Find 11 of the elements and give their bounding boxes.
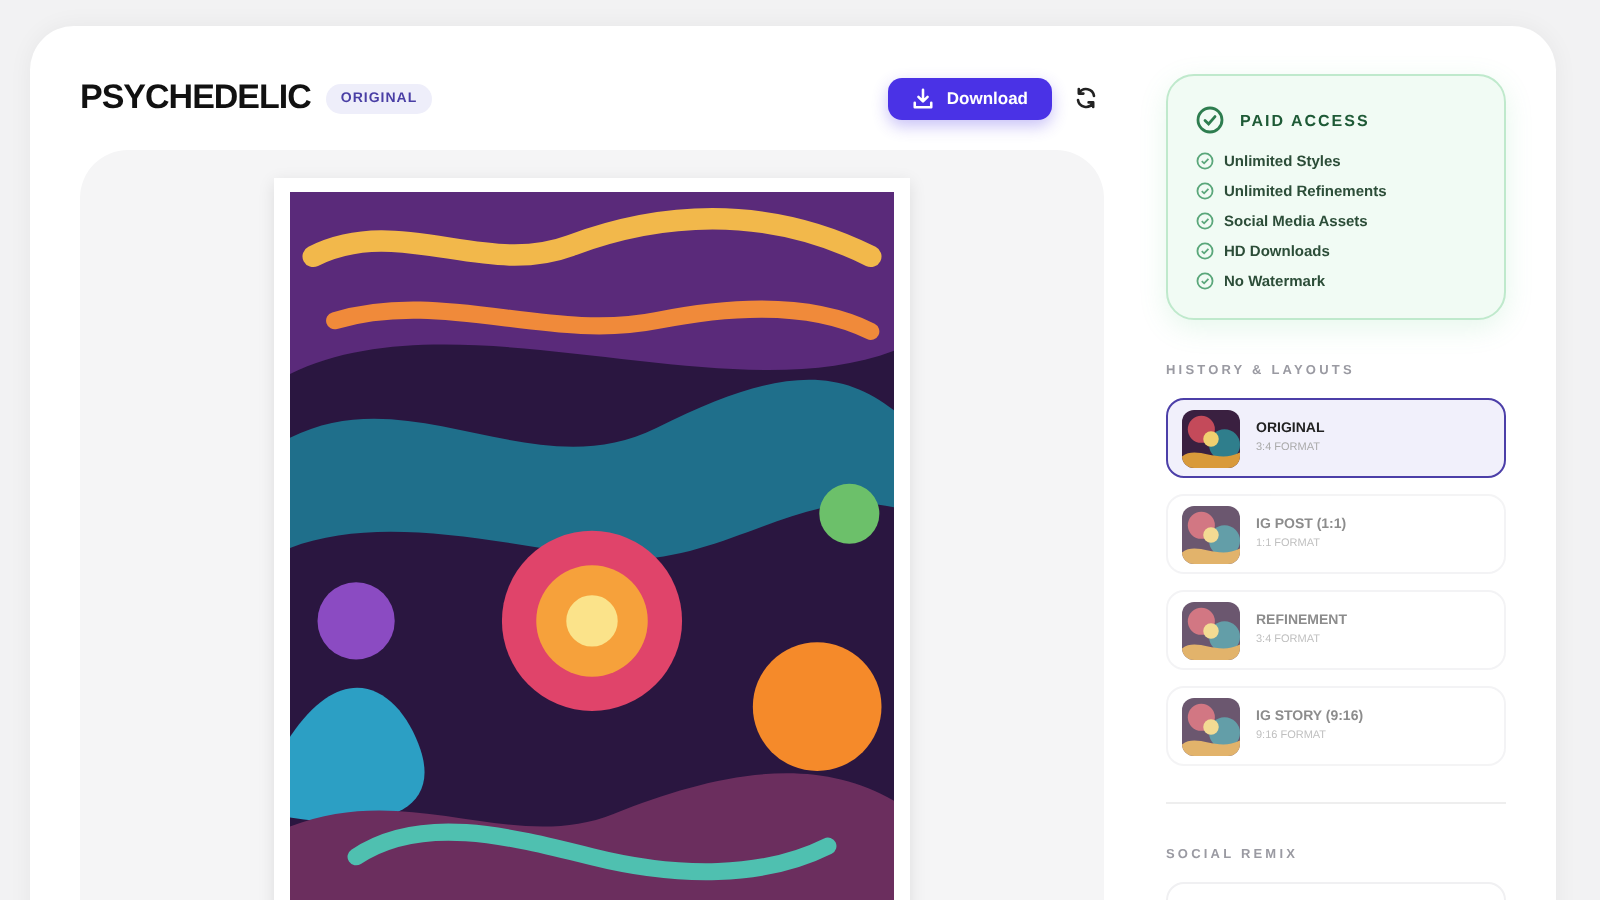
check-circle-icon [1196, 212, 1214, 230]
check-circle-icon [1196, 242, 1214, 260]
refresh-icon [1074, 86, 1098, 110]
download-icon [912, 87, 935, 109]
download-button[interactable]: Download [888, 77, 1052, 119]
check-circle-icon [1196, 272, 1214, 290]
style-title: PSYCHEDELIC [80, 78, 311, 118]
check-circle-icon [1196, 152, 1214, 170]
check-circle-icon [1196, 106, 1224, 134]
paid-access-title: PAID ACCESS [1240, 111, 1370, 129]
check-circle-icon [1196, 182, 1214, 200]
